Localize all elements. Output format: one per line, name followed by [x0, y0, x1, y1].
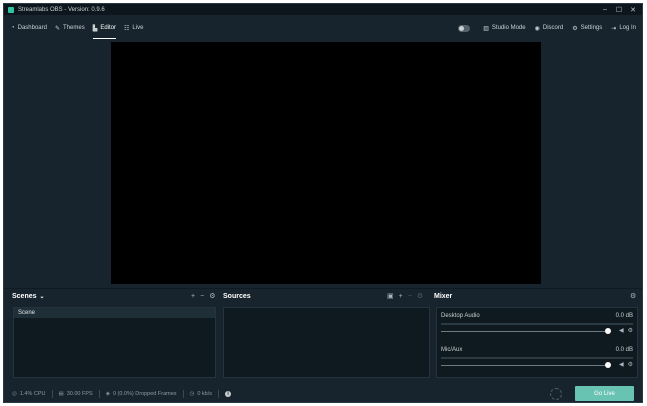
cpu-stat: ◎ 1.4% CPU	[12, 391, 46, 397]
scenes-list: Scene	[13, 307, 216, 378]
separator	[182, 390, 184, 398]
streamlabs-logo-icon	[8, 6, 14, 13]
editor-icon: ▙	[92, 25, 98, 32]
status-bar: ◎ 1.4% CPU ▤ 30.00 FPS ◈ 0 (0.0%) Droppe…	[4, 384, 642, 402]
sources-list	[223, 307, 430, 378]
fps-stat: ▤ 30.00 FPS	[59, 391, 93, 397]
scenes-header[interactable]: Scenes ⌄	[12, 293, 45, 300]
channel-gear-icon[interactable]: ⚙	[628, 361, 633, 368]
nav-dashboard[interactable]: ◔ Dashboard	[11, 15, 47, 41]
remove-source-icon[interactable]: −	[408, 293, 412, 300]
dashboard-icon: ◔	[11, 25, 15, 31]
gear-icon: ⚙	[572, 25, 578, 32]
dropped-frames-value: 0 (0.0%) Dropped Frames	[112, 391, 177, 397]
title-bar: Streamlabs OBS - Version: 0.9.6 – ☐ ✕	[4, 4, 642, 15]
channel-name: Desktop Audio	[441, 313, 480, 319]
mixer-title: Mixer	[434, 293, 453, 300]
scene-item[interactable]: Scene	[14, 308, 215, 318]
footer-actions: Go Live	[550, 386, 634, 401]
window-title: Streamlabs OBS - Version: 0.9.6	[18, 6, 105, 13]
dropped-frames-icon: ◈	[105, 391, 110, 397]
channel-controls: ◀ ⚙	[615, 327, 633, 334]
add-scene-icon[interactable]: +	[191, 293, 195, 300]
channel-level: 0.0 dB	[615, 313, 633, 319]
nav-dashboard-label: Dashboard	[17, 25, 47, 31]
nav-discord-label: Discord	[542, 25, 564, 31]
studio-mode-icon: ▥	[483, 25, 489, 32]
replay-buffer-icon[interactable]	[550, 387, 562, 400]
window-controls: – ☐ ✕	[598, 4, 640, 15]
channel-level: 0.0 dB	[615, 347, 633, 353]
nav-settings-label: Settings	[580, 25, 603, 31]
remove-scene-icon[interactable]: −	[200, 293, 204, 300]
nav-studio-mode[interactable]: ▥ Studio Mode	[483, 15, 525, 41]
info-icon[interactable]: i	[225, 391, 232, 397]
mixer-channel-desktop-audio: Desktop Audio 0.0 dB ◀ ⚙	[441, 313, 633, 334]
discord-icon: ◉	[534, 25, 540, 32]
bitrate-icon: ◷	[189, 391, 195, 397]
sources-title: Sources	[223, 293, 251, 300]
nav-themes-label: Themes	[63, 25, 85, 31]
nav-login[interactable]: ⇥ Log In	[611, 15, 636, 41]
app-window: Streamlabs OBS - Version: 0.9.6 – ☐ ✕ ◔ …	[3, 3, 643, 403]
night-mode-toggle[interactable]	[458, 24, 471, 32]
nav-live[interactable]: ☷ Live	[124, 15, 143, 41]
minimize-button[interactable]: –	[598, 4, 612, 15]
source-settings-gear-icon[interactable]: ⚙	[417, 292, 423, 300]
live-icon: ☷	[124, 25, 130, 32]
separator	[51, 390, 53, 398]
separator	[98, 390, 100, 398]
maximize-button[interactable]: ☐	[612, 4, 626, 15]
bitrate-value: 0 kb/s	[197, 391, 213, 397]
nav-right: ▥ Studio Mode ◉ Discord ⚙ Settings ⇥ Log…	[458, 15, 636, 41]
mixer-list: Desktop Audio 0.0 dB ◀ ⚙ Mic/Aux 0.0 dB …	[436, 307, 638, 378]
cpu-value: 1.4% CPU	[19, 391, 46, 397]
panel-divider	[4, 288, 642, 289]
nav-themes[interactable]: ✎ Themes	[55, 15, 85, 41]
nav-settings[interactable]: ⚙ Settings	[572, 15, 602, 41]
volume-meter	[441, 357, 633, 359]
volume-slider[interactable]	[441, 365, 605, 366]
nav-discord[interactable]: ◉ Discord	[535, 15, 564, 41]
mixer-channel-mic-aux: Mic/Aux 0.0 dB ◀ ⚙	[441, 347, 633, 368]
chevron-down-icon: ⌄	[39, 294, 45, 300]
bitrate-stat: ◷ 0 kb/s	[190, 391, 213, 397]
nav-live-label: Live	[132, 25, 144, 31]
scenes-title: Scenes	[12, 293, 37, 300]
separator	[218, 390, 220, 398]
sources-tools: ▣ + − ⚙	[382, 292, 423, 301]
nav-studio-mode-label: Studio Mode	[491, 25, 526, 31]
speaker-icon[interactable]: ◀	[619, 327, 624, 334]
login-icon: ⇥	[611, 25, 617, 32]
add-folder-icon[interactable]: ▣	[387, 292, 394, 300]
volume-meter	[441, 323, 633, 325]
close-button[interactable]: ✕	[626, 4, 640, 15]
channel-gear-icon[interactable]: ⚙	[628, 327, 633, 334]
dropped-frames-stat: ◈ 0 (0.0%) Dropped Frames	[106, 391, 177, 397]
add-source-icon[interactable]: +	[399, 293, 403, 300]
scene-settings-gear-icon[interactable]: ⚙	[209, 292, 215, 300]
stream-preview[interactable]	[111, 42, 541, 284]
speaker-icon[interactable]: ◀	[619, 361, 624, 368]
nav-editor-label: Editor	[100, 25, 117, 31]
nav-editor[interactable]: ▙ Editor	[92, 15, 117, 41]
go-live-button[interactable]: Go Live	[575, 386, 634, 401]
volume-slider-handle[interactable]	[605, 362, 611, 368]
volume-slider[interactable]	[441, 331, 605, 332]
themes-icon: ✎	[54, 25, 61, 32]
top-nav: ◔ Dashboard ✎ Themes ▙ Editor ☷ Live ▥ S…	[4, 15, 642, 41]
fps-value: 30.00 FPS	[66, 391, 93, 397]
mixer-tools: ⚙	[625, 292, 636, 300]
scenes-tools: + − ⚙	[186, 292, 215, 301]
mixer-settings-gear-icon[interactable]: ⚙	[630, 292, 636, 300]
fps-icon: ▤	[58, 391, 64, 397]
channel-controls: ◀ ⚙	[615, 361, 633, 368]
nav-login-label: Log In	[619, 25, 636, 31]
volume-slider-handle[interactable]	[605, 328, 611, 334]
channel-name: Mic/Aux	[441, 347, 463, 353]
cpu-icon: ◎	[12, 391, 17, 397]
